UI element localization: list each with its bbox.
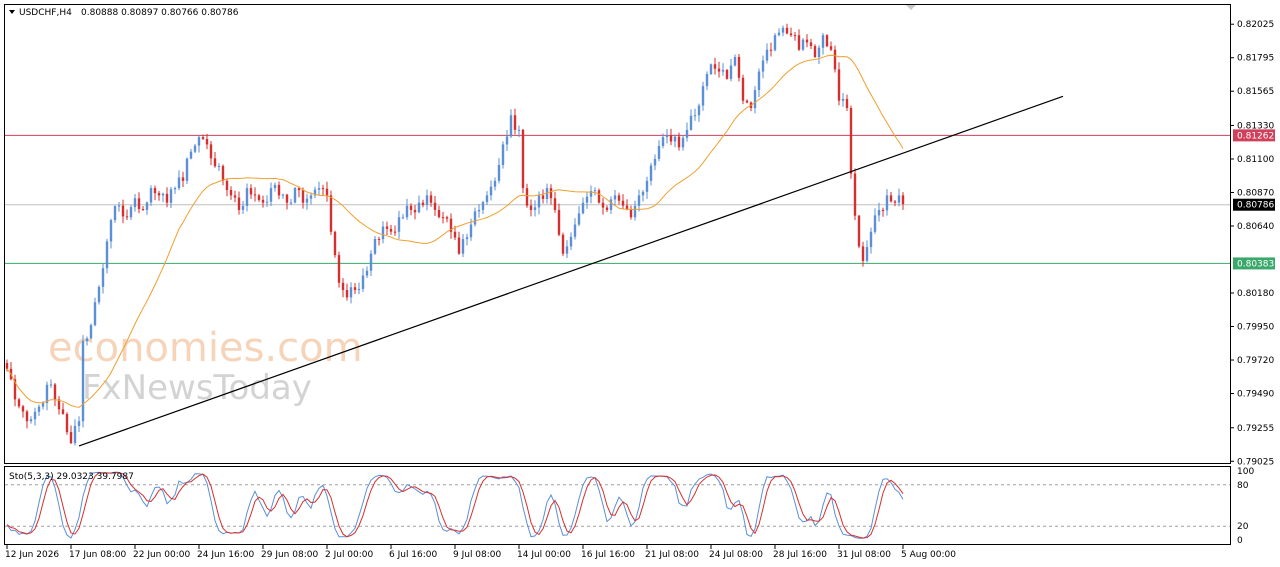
time-tick-label: 16 Jul 16:00 (581, 550, 635, 560)
price-tick-label: 0.79025 (1237, 457, 1274, 467)
candle (597, 188, 601, 204)
candle (561, 232, 565, 257)
candle (333, 230, 337, 258)
stochastic-tick-label: 100 (1237, 467, 1254, 477)
price-tick-label: 0.79950 (1237, 323, 1274, 333)
time-tick-label: 17 Jun 08:00 (69, 550, 126, 560)
svg-text:0.80786: 0.80786 (1237, 201, 1274, 211)
stochastic-tick-label: 80 (1237, 481, 1249, 491)
svg-text:0.80383: 0.80383 (1237, 259, 1274, 269)
price-tick-label: 0.82025 (1237, 20, 1274, 30)
candle (849, 105, 853, 179)
candle (773, 33, 777, 52)
time-tick-label: 24 Jun 16:00 (197, 550, 254, 560)
svg-text:0.81262: 0.81262 (1237, 131, 1274, 141)
price-tick-label: 0.80180 (1237, 289, 1274, 299)
symbol-label: USDCHF,H4 (19, 8, 72, 18)
candle (801, 38, 805, 51)
time-tick-label: 5 Aug 00:00 (901, 550, 956, 560)
price-tick-label: 0.81795 (1237, 54, 1274, 64)
price-tick-label: 0.79255 (1237, 424, 1274, 434)
support-price-tag: 0.80383 (1233, 257, 1275, 270)
current-price-tag: 0.80786 (1233, 198, 1275, 211)
time-tick-label: 21 Jul 08:00 (645, 550, 699, 560)
watermark-economies: economies.com (48, 325, 363, 371)
candle (741, 74, 745, 105)
time-tick-label: 22 Jun 00:00 (133, 550, 190, 560)
candle (105, 238, 109, 274)
stochastic-tick-label: 20 (1237, 522, 1249, 532)
stochastic-tick-label: 0 (1237, 536, 1243, 546)
candle (293, 186, 297, 204)
time-axis: 12 Jun 2026 17 Jun 08:00 22 Jun 00:00 24 Ju… (5, 544, 956, 560)
price-tick-label: 0.80640 (1237, 222, 1274, 232)
price-tags: 0.81262 0.80383 0.80786 (1233, 129, 1275, 270)
price-tick-label: 0.79490 (1237, 390, 1274, 400)
time-tick-label: 12 Jun 2026 (5, 550, 59, 560)
price-chart[interactable]: economies.com FxNewsToday 0.82025 0.81795… (0, 0, 1280, 567)
price-tick-label: 0.80870 (1237, 188, 1274, 198)
stochastic-axis: 100 80 20 0 (1237, 467, 1254, 546)
candle (737, 53, 741, 82)
time-tick-label: 24 Jul 08:00 (709, 550, 763, 560)
resistance-price-tag: 0.81262 (1233, 129, 1275, 142)
price-tick-label: 0.81100 (1237, 155, 1274, 165)
candle (725, 69, 729, 80)
time-tick-label: 29 Jun 08:00 (261, 550, 318, 560)
price-tick-label: 0.79720 (1237, 356, 1274, 366)
candle (709, 63, 713, 76)
candle (337, 251, 341, 288)
candle (89, 323, 93, 340)
candle (857, 214, 861, 249)
time-tick-label: 6 Jul 16:00 (389, 550, 438, 560)
time-tick-label: 31 Jul 08:00 (837, 550, 891, 560)
candle (853, 168, 857, 221)
candle (65, 412, 69, 435)
ohlc-label: 0.80888 0.80897 0.80766 0.80786 (81, 8, 239, 18)
candle (813, 44, 817, 58)
time-tick-label: 9 Jul 08:00 (453, 550, 502, 560)
stochastic-panel-frame (4, 466, 1231, 545)
candle (81, 335, 85, 428)
time-tick-label: 14 Jul 00:00 (517, 550, 571, 560)
candle (521, 128, 525, 194)
time-tick-label: 28 Jul 16:00 (773, 550, 827, 560)
candle (825, 34, 829, 48)
candle (501, 141, 505, 169)
stochastic-label: Sto(5,3,3) 29.0323 39.7987 (9, 472, 134, 482)
time-tick-label: 2 Jul 00:00 (325, 550, 374, 560)
candle (97, 285, 101, 305)
price-axis: 0.820250.817950.815650.813300.811000.808… (1230, 20, 1274, 467)
watermark-fxnewstoday: FxNewsToday (82, 368, 312, 408)
price-tick-label: 0.81565 (1237, 87, 1274, 97)
candle (185, 157, 189, 185)
